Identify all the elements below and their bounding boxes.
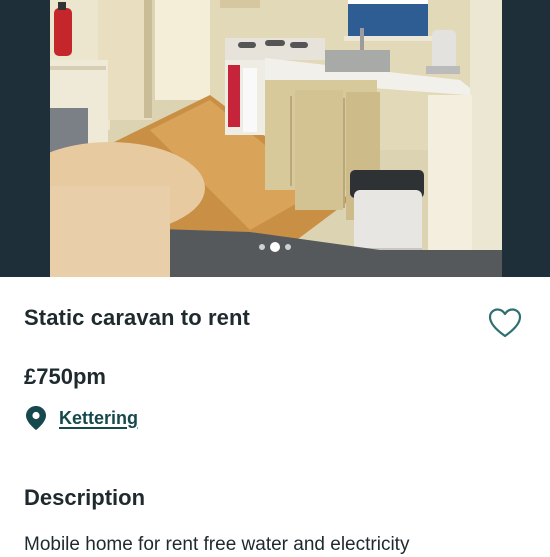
description-heading: Description	[24, 485, 146, 510]
heart-outline-icon	[488, 308, 522, 338]
listing-price: £750pm	[24, 364, 106, 389]
pagination-dot[interactable]	[285, 244, 291, 250]
listing-location: Kettering	[26, 405, 138, 431]
map-pin-icon	[26, 406, 46, 430]
listing-title: Static caravan to rent	[24, 305, 250, 330]
pagination-dot[interactable]	[259, 244, 265, 250]
listing-photo[interactable]	[50, 0, 502, 277]
photo-gallery[interactable]	[0, 0, 550, 277]
gallery-pagination	[0, 241, 550, 253]
kitchen-photo-illustration	[50, 0, 502, 277]
description-text: Mobile home for rent free water and elec…	[24, 534, 410, 555]
pagination-dot-active[interactable]	[270, 242, 280, 252]
favourite-button[interactable]	[488, 307, 522, 339]
location-link[interactable]: Kettering	[59, 408, 138, 429]
